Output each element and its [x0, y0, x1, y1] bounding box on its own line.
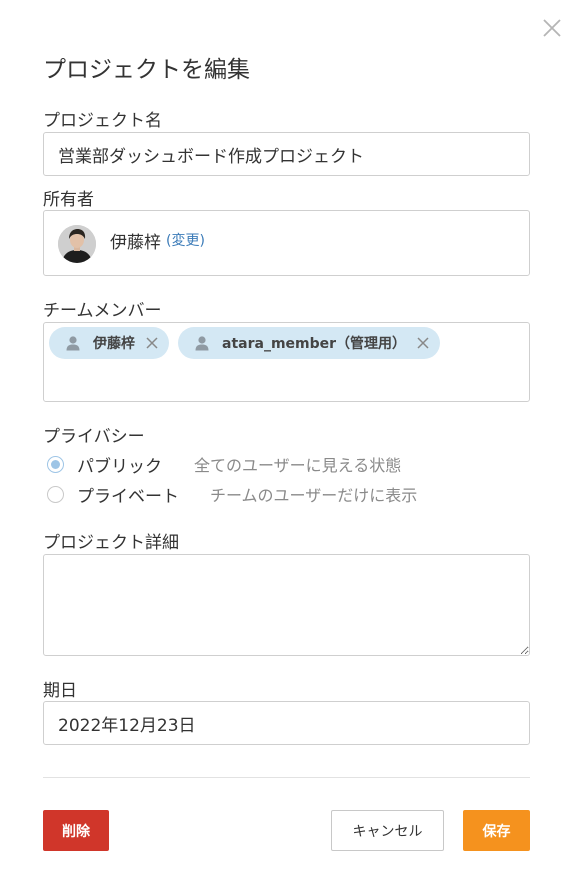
- project-name-label: プロジェクト名: [43, 111, 162, 131]
- save-button[interactable]: 保存: [463, 810, 530, 851]
- owner-label: 所有者: [43, 190, 94, 210]
- remove-member-icon[interactable]: [145, 336, 159, 350]
- project-detail-label: プロジェクト詳細: [43, 533, 179, 553]
- member-chip: atara_member（管理用）: [178, 327, 441, 359]
- owner-name: 伊藤梓: [110, 233, 161, 253]
- user-icon: [66, 336, 80, 351]
- privacy-option-private[interactable]: プライベート チームのユーザーだけに表示: [47, 482, 418, 507]
- privacy-option-public[interactable]: パブリック 全てのユーザーに見える状態: [47, 452, 402, 477]
- project-name-input[interactable]: [43, 132, 530, 176]
- member-chip: 伊藤梓: [49, 327, 169, 359]
- edit-project-dialog: プロジェクトを編集 プロジェクト名 所有者 伊藤梓 (変更) チームメンバー 伊…: [0, 0, 576, 892]
- user-icon: [195, 336, 209, 351]
- privacy-label: プライバシー: [43, 427, 145, 447]
- privacy-option-description: 全てのユーザーに見える状態: [194, 456, 402, 475]
- divider: [43, 777, 530, 778]
- close-icon[interactable]: [540, 16, 564, 40]
- project-detail-textarea[interactable]: [43, 554, 530, 656]
- team-members-field[interactable]: 伊藤梓 atara_member（管理用）: [43, 322, 530, 402]
- privacy-option-label: パブリック: [77, 456, 162, 477]
- dialog-title: プロジェクトを編集: [43, 57, 250, 83]
- avatar: [58, 225, 96, 263]
- owner-field: 伊藤梓 (変更): [43, 210, 530, 276]
- radio-public[interactable]: [47, 455, 64, 473]
- cancel-button[interactable]: キャンセル: [331, 810, 444, 851]
- team-members-label: チームメンバー: [43, 301, 162, 321]
- delete-button[interactable]: 削除: [43, 810, 109, 851]
- change-owner-link[interactable]: (変更): [166, 230, 205, 250]
- due-date-label: 期日: [43, 681, 77, 701]
- privacy-option-description: チームのユーザーだけに表示: [210, 486, 418, 505]
- privacy-option-label: プライベート: [77, 486, 179, 507]
- remove-member-icon[interactable]: [416, 336, 430, 350]
- member-name: 伊藤梓: [93, 336, 135, 352]
- radio-private[interactable]: [47, 485, 64, 503]
- due-date-input[interactable]: [43, 701, 530, 745]
- member-name: atara_member（管理用）: [222, 336, 407, 352]
